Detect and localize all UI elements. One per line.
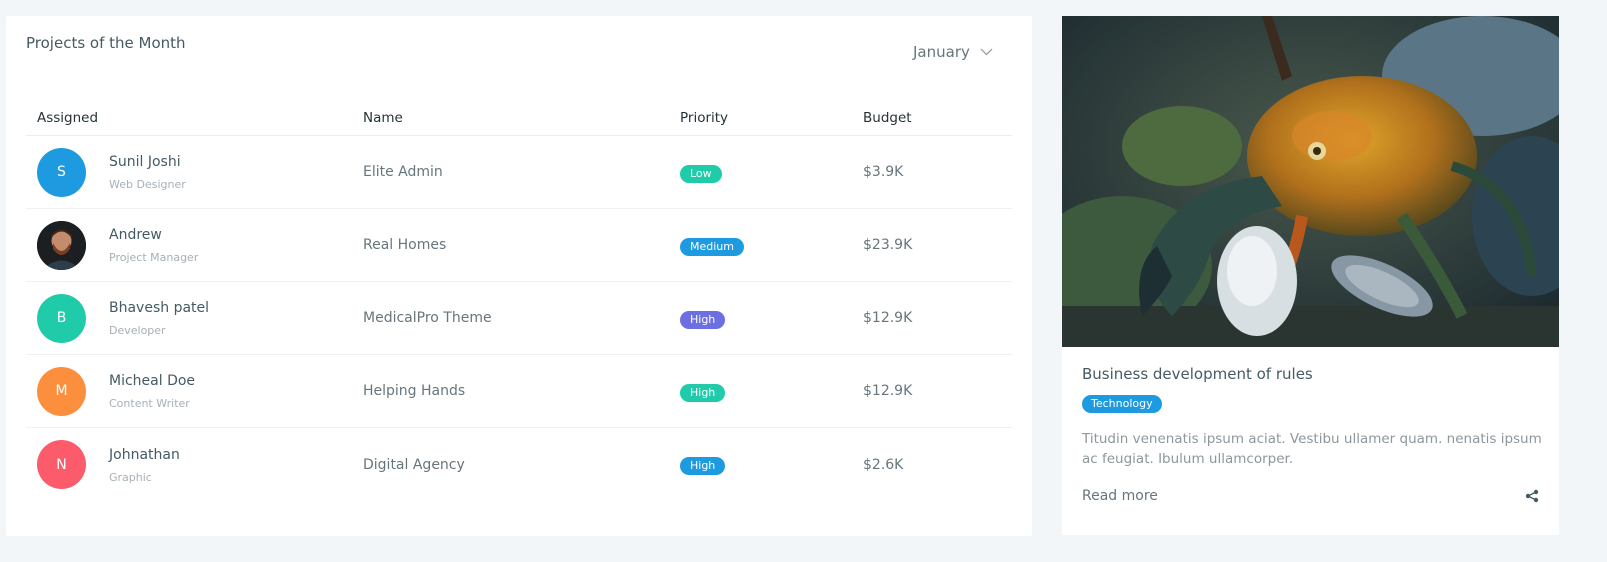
priority-badge: High <box>680 457 726 475</box>
avatar-initial: M <box>55 383 68 399</box>
assigned-cell: S Sunil Joshi Web Designer <box>26 147 352 197</box>
person-role: Content Writer <box>109 397 190 410</box>
assigned-cell: B Bhavesh patel Developer <box>26 293 352 343</box>
projects-card: Projects of the Month January Assigned N… <box>6 16 1032 536</box>
blog-excerpt: Titudin venenatis ipsum aciat. Vestibu u… <box>1082 431 1542 467</box>
person-info: Sunil Joshi Web Designer <box>109 153 186 191</box>
avatar-initial: S <box>57 164 66 180</box>
priority-badge: High <box>680 310 726 329</box>
person-role: Graphic <box>109 470 152 484</box>
person-name: Micheal Doe <box>109 373 196 389</box>
priority-badge: Medium <box>680 237 744 256</box>
priority-cell: High <box>669 454 852 475</box>
priority-badge: High <box>680 383 726 402</box>
card-title: Projects of the Month <box>26 34 186 52</box>
person-name: Andrew <box>109 227 162 243</box>
priority-cell: Low <box>669 162 852 183</box>
table-row: B Bhavesh patel Developer MedicalPro The… <box>26 282 1012 355</box>
column-header-assigned: Assigned <box>37 109 99 126</box>
column-header-priority: Priority <box>680 109 729 126</box>
budget-value: $3.9K <box>863 164 904 180</box>
person-role: Web Designer <box>109 178 186 191</box>
budget-value: $2.6K <box>863 456 904 473</box>
budget-value: $12.9K <box>863 310 913 326</box>
priority-cell: High <box>669 308 852 329</box>
person-info: Johnathan Graphic <box>109 446 180 484</box>
avatar: B <box>37 293 86 343</box>
avatar: M <box>37 366 86 416</box>
person-info: Micheal Doe Content Writer <box>109 372 195 410</box>
priority-cell: High <box>669 381 852 402</box>
column-header-budget: Budget <box>863 109 912 126</box>
person-info: Andrew Project Manager <box>109 226 198 264</box>
avatar-initial: N <box>56 456 67 473</box>
priority-cell: Medium <box>669 235 852 256</box>
project-name: MedicalPro Theme <box>363 310 492 326</box>
person-name: Sunil Joshi <box>109 154 181 170</box>
person-info: Bhavesh patel Developer <box>109 299 209 337</box>
blog-footer: Read more <box>1082 488 1539 504</box>
budget-value: $12.9K <box>863 383 913 399</box>
budget-value: $23.9K <box>863 237 913 253</box>
projects-table: Assigned Name Priority Budget S Sunil Jo… <box>26 100 1012 501</box>
table-row: S Sunil Joshi Web Designer Elite Admin L… <box>26 136 1012 209</box>
assigned-cell: Andrew Project Manager <box>26 220 352 270</box>
priority-badge: Low <box>680 164 722 183</box>
share-icon[interactable] <box>1525 489 1539 503</box>
user-photo-icon <box>37 220 86 270</box>
person-name: Johnathan <box>109 446 180 463</box>
avatar <box>37 220 86 270</box>
project-name: Real Homes <box>363 237 447 253</box>
project-name: Elite Admin <box>363 164 443 180</box>
chevron-down-icon <box>980 48 993 56</box>
table-row: N Johnathan Graphic Digital Agency High … <box>26 428 1012 501</box>
dashboard-page: Projects of the Month January Assigned N… <box>0 0 1607 562</box>
assigned-cell: N Johnathan Graphic <box>26 440 352 489</box>
blog-title[interactable]: Business development of rules <box>1082 365 1539 383</box>
table-header: Assigned Name Priority Budget <box>26 100 1012 136</box>
table-row: M Micheal Doe Content Writer Helping Han… <box>26 355 1012 428</box>
avatar: N <box>37 440 86 489</box>
person-role: Developer <box>109 324 166 337</box>
table-row: Andrew Project Manager Real Homes Medium… <box>26 209 1012 282</box>
assigned-cell: M Micheal Doe Content Writer <box>26 366 352 416</box>
person-name: Bhavesh patel <box>109 300 210 316</box>
avatar-initial: B <box>56 310 67 326</box>
column-header-name: Name <box>363 109 403 126</box>
project-name: Digital Agency <box>363 456 465 473</box>
month-select-value: January <box>913 43 970 61</box>
month-select[interactable]: January <box>913 43 993 61</box>
person-role: Project Manager <box>109 251 199 264</box>
category-tag[interactable]: Technology <box>1082 395 1162 413</box>
blog-card: Business development of rules Technology… <box>1062 16 1559 535</box>
blog-body: Business development of rules Technology… <box>1062 347 1559 504</box>
crab-photo-icon <box>1062 16 1559 347</box>
project-name: Helping Hands <box>363 383 466 399</box>
read-more-link[interactable]: Read more <box>1082 488 1158 504</box>
avatar: S <box>37 147 86 197</box>
